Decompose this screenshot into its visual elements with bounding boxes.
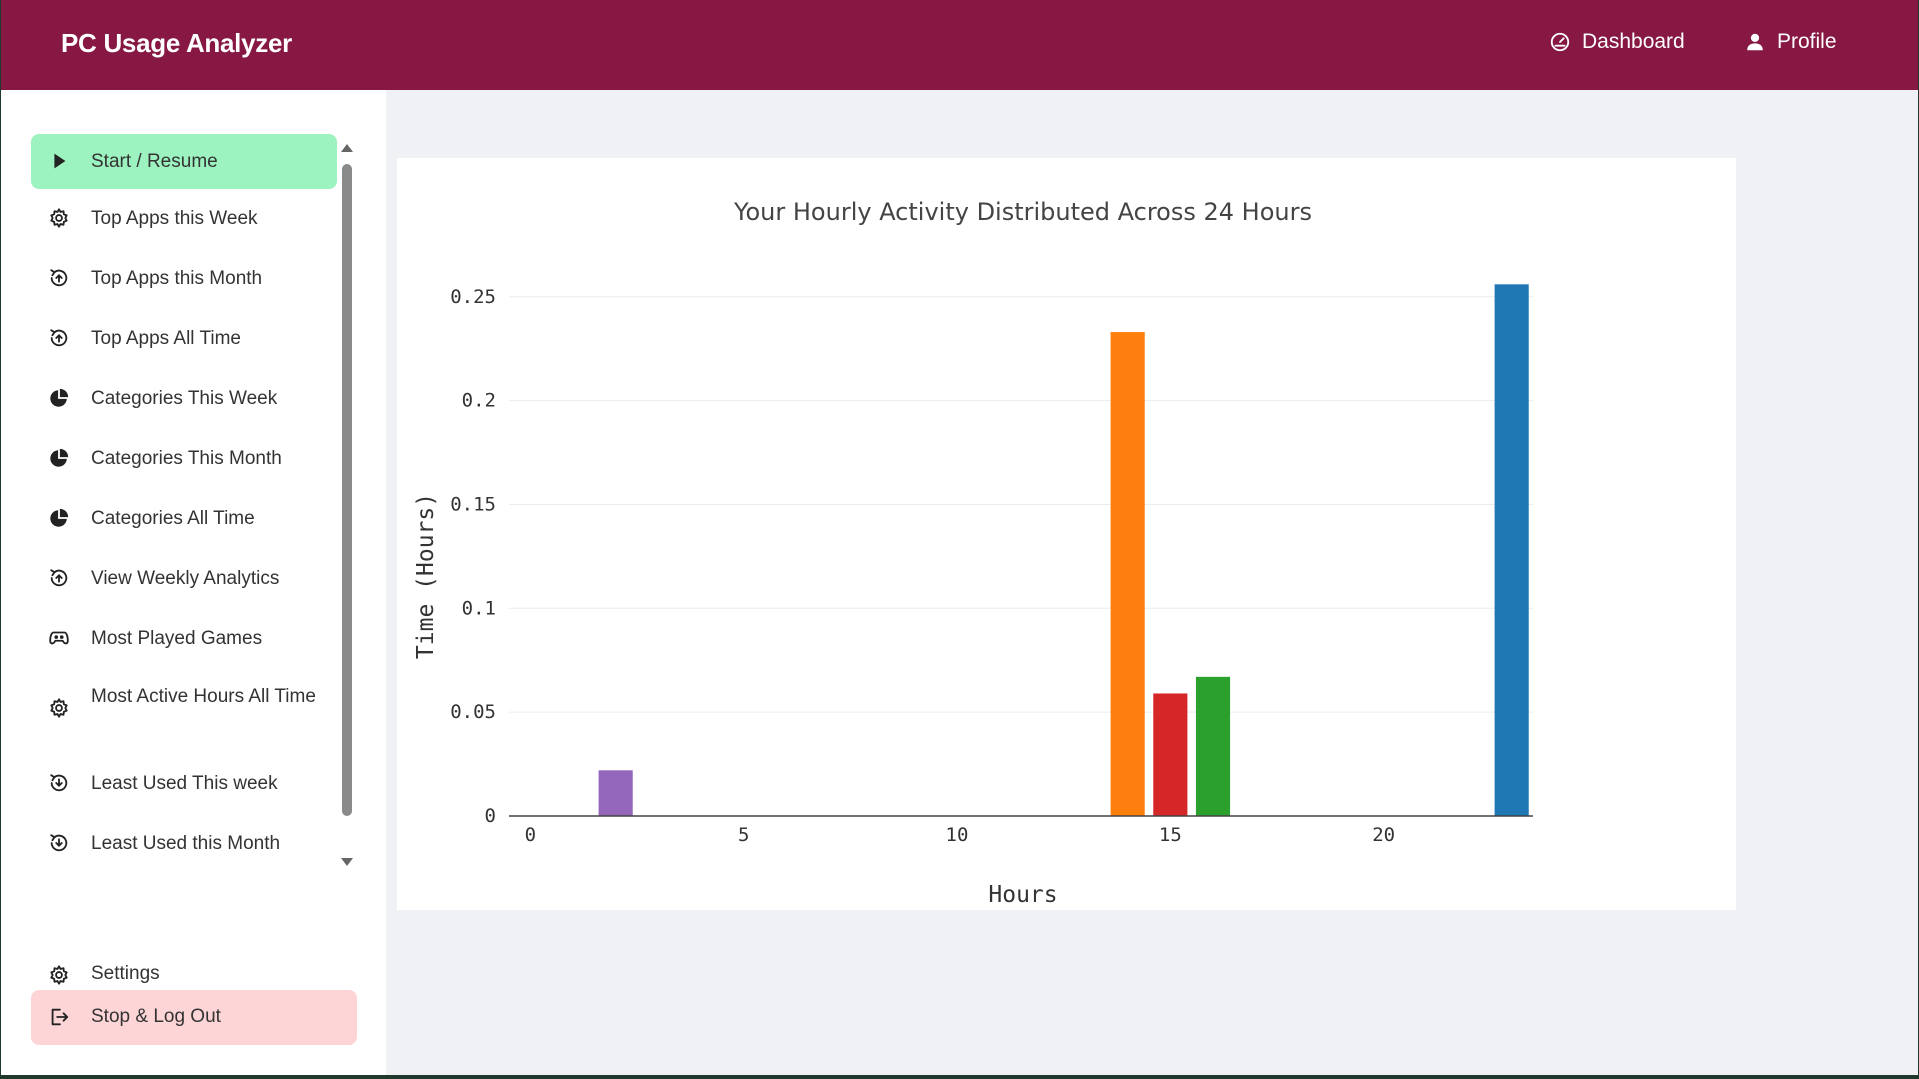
y-tick-label: 0.2 <box>462 390 496 412</box>
x-tick-label: 0 <box>525 824 536 846</box>
sidebar-item-label: Most Active Hours All Time <box>91 686 316 707</box>
pie-chart-icon <box>47 506 71 530</box>
nav-profile-link[interactable]: Profile <box>1744 30 1837 54</box>
sidebar-item-least-used-month[interactable]: Least Used this Month <box>31 819 337 869</box>
x-tick-label: 15 <box>1159 824 1182 846</box>
history-icon <box>47 326 71 350</box>
gear-icon <box>47 696 71 720</box>
history-icon <box>47 266 71 290</box>
clock-down-icon <box>47 831 71 855</box>
sidebar-item-label: Top Apps this Week <box>91 208 258 229</box>
scrollbar-thumb[interactable] <box>342 164 352 816</box>
sidebar-menu: Start / Resume Top Apps this Week Top Ap… <box>31 134 338 876</box>
sidebar-item-categories-month[interactable]: Categories This Month <box>31 434 337 484</box>
y-tick-label: 0 <box>485 805 496 827</box>
y-tick-label: 0.25 <box>450 286 496 308</box>
sidebar: Start / Resume Top Apps this Week Top Ap… <box>1 90 386 1075</box>
sidebar-item-label: Settings <box>91 963 160 984</box>
activity-chart-card: Your Hourly Activity Distributed Across … <box>397 158 1736 910</box>
gamepad-icon <box>47 626 71 650</box>
pie-chart-icon <box>47 446 71 470</box>
logout-button[interactable]: Stop & Log Out <box>31 990 357 1045</box>
logout-label: Stop & Log Out <box>91 1006 221 1027</box>
sidebar-item-categories-all-time[interactable]: Categories All Time <box>31 494 337 544</box>
top-bar: PC Usage Analyzer Dashboard Profile <box>1 0 1918 90</box>
gear-icon <box>47 963 71 987</box>
bar-hour-2 <box>598 770 633 816</box>
app-window: PC Usage Analyzer Dashboard Profile Star… <box>1 0 1918 1075</box>
sidebar-item-weekly-analytics[interactable]: View Weekly Analytics <box>31 554 337 604</box>
pie-chart-icon <box>47 386 71 410</box>
sidebar-item-label: Top Apps All Time <box>91 328 241 349</box>
bar-hour-23 <box>1494 284 1529 816</box>
y-axis-title: Time (Hours) <box>413 493 439 659</box>
y-tick-label: 0.1 <box>462 597 496 619</box>
sidebar-item-label: Least Used this Month <box>91 833 281 854</box>
sidebar-item-top-apps-week[interactable]: Top Apps this Week <box>31 194 337 244</box>
logout-icon <box>47 1005 71 1029</box>
bar-hour-16 <box>1195 676 1231 816</box>
hourly-activity-chart: Your Hourly Activity Distributed Across … <box>413 198 1533 908</box>
sidebar-item-label: Start / Resume <box>91 151 218 172</box>
sidebar-item-label: Top Apps this Month <box>91 268 263 289</box>
nav-dashboard-link[interactable]: Dashboard <box>1549 30 1685 54</box>
sidebar-scrollbar[interactable] <box>339 134 355 876</box>
x-tick-label: 20 <box>1372 824 1395 846</box>
y-tick-label: 0.15 <box>450 493 496 515</box>
y-tick-label: 0.05 <box>450 701 496 723</box>
sidebar-item-label: Categories All Time <box>91 508 255 529</box>
app-title[interactable]: PC Usage Analyzer <box>61 28 292 59</box>
sidebar-item-label: View Weekly Analytics <box>91 568 280 589</box>
sidebar-item-top-apps-all-time[interactable]: Top Apps All Time <box>31 314 337 364</box>
scroll-up-arrow-icon[interactable] <box>341 144 353 152</box>
scroll-down-arrow-icon[interactable] <box>341 858 353 866</box>
sidebar-item-most-active-hours[interactable]: Most Active Hours All Time <box>31 674 337 744</box>
nav-dashboard-label: Dashboard <box>1582 30 1685 53</box>
x-axis-title: Hours <box>988 882 1057 908</box>
sidebar-item-least-used-week[interactable]: Least Used This week <box>31 759 337 809</box>
sidebar-item-categories-week[interactable]: Categories This Week <box>31 374 337 424</box>
sidebar-item-label: Categories This Week <box>91 388 278 409</box>
speedometer-icon <box>1550 32 1570 52</box>
sidebar-item-label: Least Used This week <box>91 773 278 794</box>
user-icon <box>1747 33 1763 51</box>
x-tick-label: 10 <box>946 824 969 846</box>
play-icon <box>47 149 71 173</box>
sidebar-item-label: Most Played Games <box>91 628 263 649</box>
sidebar-item-most-played-games[interactable]: Most Played Games <box>31 614 337 664</box>
x-tick-label: 5 <box>738 824 749 846</box>
sidebar-item-top-apps-month[interactable]: Top Apps this Month <box>31 254 337 304</box>
history-icon <box>47 566 71 590</box>
gear-icon <box>47 206 71 230</box>
bar-hour-14 <box>1110 332 1145 816</box>
sidebar-item-start-resume[interactable]: Start / Resume <box>31 134 337 189</box>
chart-title: Your Hourly Activity Distributed Across … <box>733 198 1312 226</box>
bar-hour-15 <box>1153 693 1188 816</box>
sidebar-item-label: Categories This Month <box>91 448 282 469</box>
clock-down-icon <box>47 771 71 795</box>
nav-profile-label: Profile <box>1777 30 1837 53</box>
